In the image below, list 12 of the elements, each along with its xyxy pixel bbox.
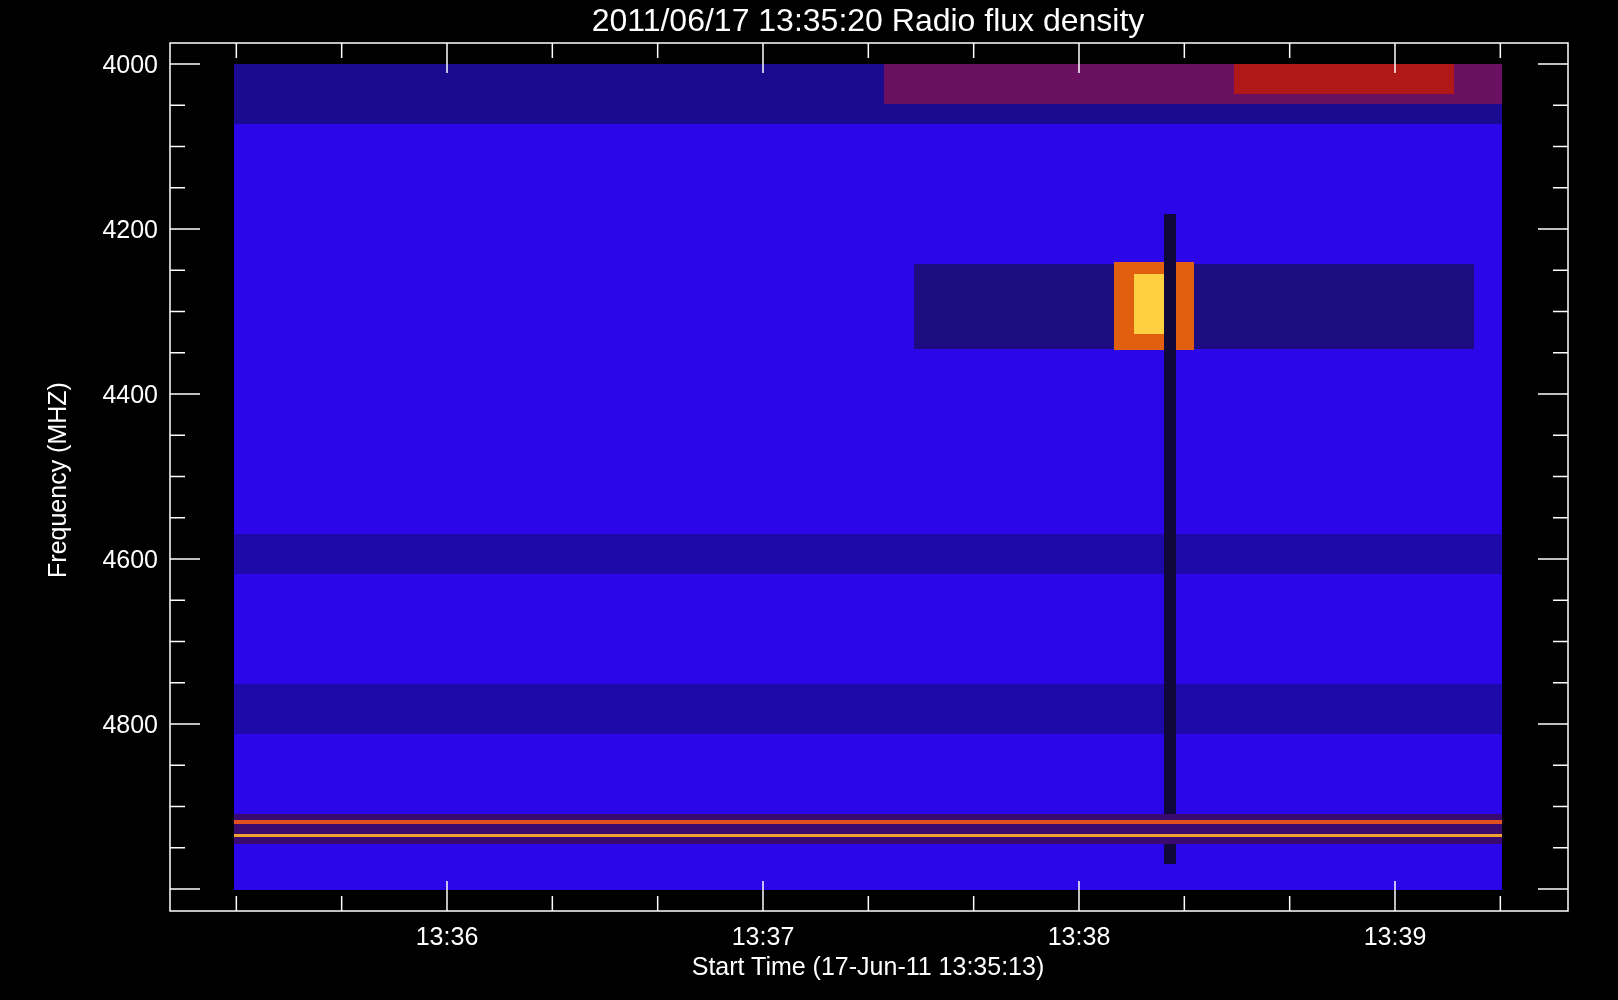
x-axis-label: Start Time (17-Jun-11 13:35:13) — [691, 952, 1045, 980]
y-tick-label: 4000 — [102, 50, 158, 78]
y-tick-label: 4600 — [102, 545, 158, 573]
x-tick-label: 13:37 — [731, 922, 795, 950]
x-tick-label: 13:39 — [1363, 922, 1427, 950]
y-axis-label: Frequency (MHZ) — [43, 382, 71, 578]
y-tick-label: 4200 — [102, 215, 158, 243]
x-tick-label: 13:36 — [415, 922, 479, 950]
y-tick-label: 4800 — [102, 710, 158, 738]
x-tick-label: 13:38 — [1047, 922, 1111, 950]
y-tick-label: 4400 — [102, 380, 158, 408]
chart-title: 2011/06/17 13:35:20 Radio flux density — [591, 2, 1145, 38]
